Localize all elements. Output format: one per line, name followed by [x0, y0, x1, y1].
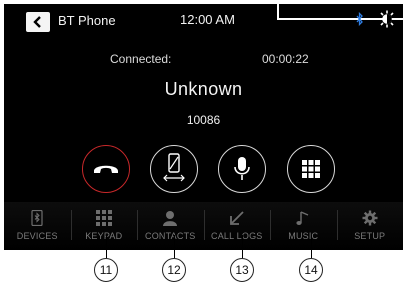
nav-keypad[interactable]: KEYPAD: [70, 202, 138, 250]
hang-up-icon: [94, 165, 118, 173]
chevron-left-icon: [33, 16, 41, 28]
microphone-icon: [234, 157, 250, 180]
keypad-icon: [302, 160, 320, 178]
keypad-icon: [95, 210, 112, 226]
callout-number-14: 14: [299, 258, 323, 282]
call-timer: 00:00:22: [262, 52, 309, 66]
callout-leader-11: [106, 235, 107, 258]
back-button[interactable]: [26, 12, 50, 32]
callout-number-11: 11: [94, 258, 118, 282]
nav-contacts[interactable]: CONTACTS: [137, 202, 204, 250]
keypad-button[interactable]: [287, 145, 335, 193]
nav-music[interactable]: MUSIC: [270, 202, 337, 250]
clock: 12:00 AM: [180, 12, 235, 27]
caller-name: Unknown: [164, 79, 243, 99]
callout-number-13: 13: [230, 258, 254, 282]
nav-label-devices: DEVICES: [16, 231, 58, 241]
app-title: BT Phone: [58, 13, 116, 28]
hang-up-button[interactable]: [82, 145, 130, 193]
bluetooth-icon: [356, 12, 363, 26]
brightness-icon[interactable]: [378, 10, 396, 28]
phone-transfer-icon: [163, 153, 185, 182]
connection-status-label: Connected:: [110, 52, 172, 66]
transfer-to-phone-button[interactable]: [150, 145, 198, 193]
callout-leader-13: [242, 235, 243, 258]
contacts-icon: [163, 211, 178, 226]
nav-label-call-logs: CALL LOGS: [211, 231, 263, 241]
nav-label-setup: SETUP: [354, 231, 386, 241]
nav-label-keypad: KEYPAD: [85, 231, 123, 241]
nav-label-music: MUSIC: [288, 231, 319, 241]
bt-device-icon: [31, 210, 43, 226]
microphone-button[interactable]: [218, 145, 266, 193]
callout-number-12: 12: [162, 258, 186, 282]
call-logs-icon: [229, 211, 244, 225]
music-note-icon: [296, 211, 309, 225]
nav-label-contacts: CONTACTS: [145, 231, 196, 241]
bt-phone-screen: BT Phone 12:00 AM Connected: 00:00:22 Un…: [4, 4, 403, 250]
nav-call-logs[interactable]: CALL LOGS: [203, 202, 271, 250]
callout-leader-12: [174, 235, 175, 258]
nav-setup[interactable]: SETUP: [336, 202, 404, 250]
caller-number: 10086: [186, 113, 221, 127]
gear-icon: [362, 210, 378, 226]
callout-leader-14: [311, 235, 312, 258]
nav-devices[interactable]: DEVICES: [4, 202, 71, 250]
bottom-nav: DEVICES KEYPAD CONTACTS CALL LOGS MUSIC …: [4, 202, 403, 250]
